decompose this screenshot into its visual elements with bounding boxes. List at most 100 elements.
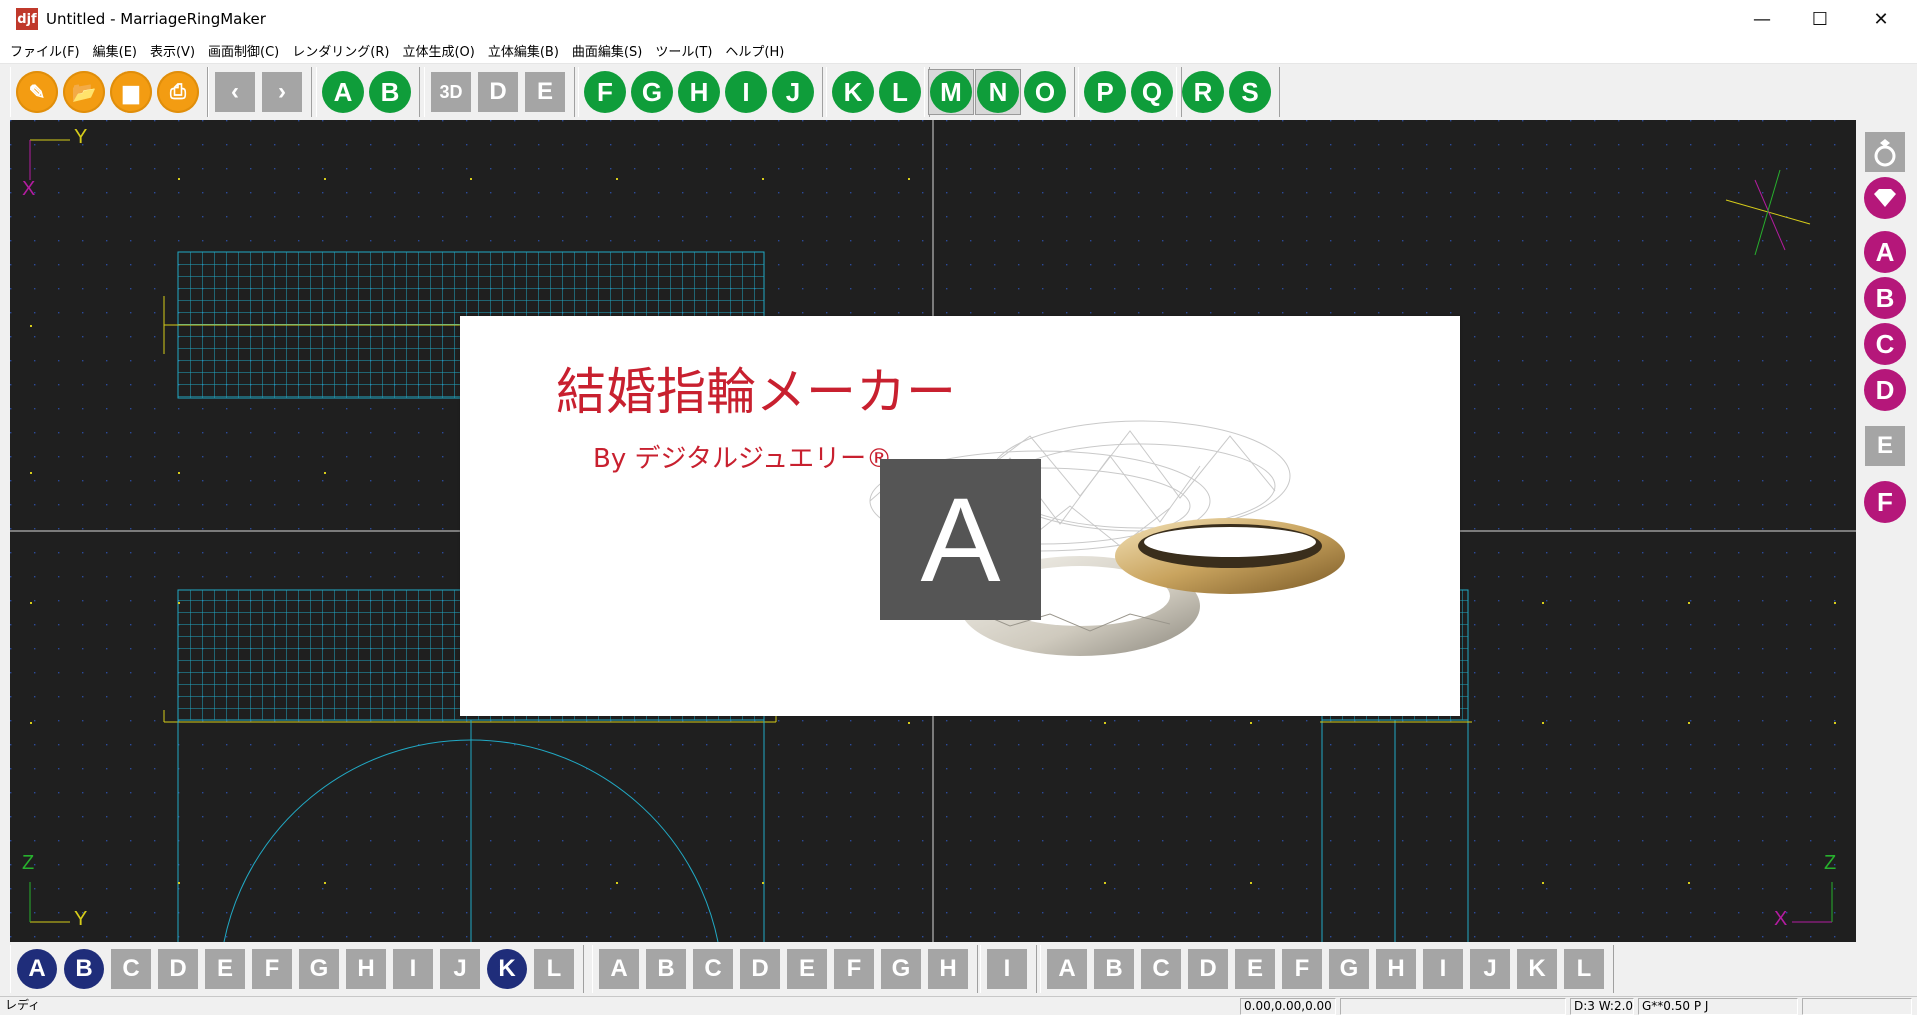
- toolbar-view_group7-r-button[interactable]: R: [1181, 70, 1225, 114]
- layer-group1-g-button[interactable]: G: [297, 947, 341, 991]
- layer-group4-g-button[interactable]: G: [1327, 947, 1371, 991]
- toolbar-view_group3-h-button[interactable]: H: [677, 70, 721, 114]
- layer-group4-k-label: K: [1517, 949, 1557, 989]
- toolbar-view_group1-a-button[interactable]: A: [321, 70, 365, 114]
- menu-item-0[interactable]: ファイル(F): [10, 41, 80, 60]
- right-tool-a-label: A: [1864, 231, 1906, 273]
- menu-item-6[interactable]: 立体編集(B): [488, 41, 559, 60]
- layer-group4-c-button[interactable]: C: [1139, 947, 1183, 991]
- toolbar-view_group3-f-button[interactable]: F: [583, 70, 627, 114]
- axis-label-y-top: Y: [74, 126, 88, 148]
- back-label: ‹: [215, 72, 255, 112]
- layer-group4-d-label: D: [1188, 949, 1228, 989]
- toolbar-view_group2-e-button[interactable]: E: [523, 70, 567, 114]
- toolbar-view_group6-p-button[interactable]: P: [1083, 70, 1127, 114]
- menu-item-8[interactable]: ツール(T): [655, 41, 712, 60]
- right-tool-a-button[interactable]: A: [1863, 230, 1907, 274]
- layer-group2-e-label: E: [787, 949, 827, 989]
- layer-group2-a-button[interactable]: A: [597, 947, 641, 991]
- minimize-button[interactable]: —: [1733, 0, 1791, 38]
- menu-item-4[interactable]: レンダリング(R): [292, 41, 389, 60]
- layer-group4-b-button[interactable]: B: [1092, 947, 1136, 991]
- axis-label-x-side: X: [1774, 908, 1788, 930]
- toolbar-view_group2-d-button[interactable]: D: [476, 70, 520, 114]
- layer-group4-j-button[interactable]: J: [1468, 947, 1512, 991]
- right-tool-f-button[interactable]: F: [1863, 480, 1907, 524]
- axis-label-x-top: X: [22, 178, 36, 200]
- layer-group1-i-button[interactable]: I: [391, 947, 435, 991]
- layer-group1-b-button[interactable]: B: [62, 947, 106, 991]
- layer-group2-b-button[interactable]: B: [644, 947, 688, 991]
- splash-subtitle: By デジタルジュエリー®: [593, 444, 893, 474]
- menu-item-5[interactable]: 立体生成(O): [402, 41, 474, 60]
- layer-group4-f-button[interactable]: F: [1280, 947, 1324, 991]
- layer-group1-a-label: A: [17, 949, 57, 989]
- layer-group1-k-label: K: [487, 949, 527, 989]
- toolbar-view_group7-s-button[interactable]: S: [1228, 70, 1272, 114]
- layer-group1-l-button[interactable]: L: [532, 947, 576, 991]
- open-folder-button[interactable]: 📂: [62, 70, 106, 114]
- toolbar-view_group3-g-button[interactable]: G: [630, 70, 674, 114]
- layer-group2-d-label: D: [740, 949, 780, 989]
- menu-item-1[interactable]: 編集(E): [93, 41, 137, 60]
- layer-group2-a-label: A: [599, 949, 639, 989]
- layer-group4-i-button[interactable]: I: [1421, 947, 1465, 991]
- back-button[interactable]: ‹: [213, 70, 257, 114]
- title-bar[interactable]: djf Untitled - MarriageRingMaker — ☐ ✕: [0, 0, 1917, 38]
- print-button[interactable]: ⎙: [156, 70, 200, 114]
- layer-group1-c-button[interactable]: C: [109, 947, 153, 991]
- layer-group1-h-button[interactable]: H: [344, 947, 388, 991]
- menu-item-7[interactable]: 曲面編集(S): [572, 41, 642, 60]
- maximize-button[interactable]: ☐: [1791, 0, 1849, 38]
- layer-group4-a-button[interactable]: A: [1045, 947, 1089, 991]
- toolbar-view_group2-3d-button[interactable]: 3D: [429, 70, 473, 114]
- gem-button[interactable]: [1863, 176, 1907, 220]
- layer-group4-h-button[interactable]: H: [1374, 947, 1418, 991]
- menu-item-2[interactable]: 表示(V): [150, 41, 195, 60]
- toolbar-view_group5-n-button[interactable]: N: [975, 69, 1021, 115]
- toolbar-view_group3-j-label: J: [772, 71, 814, 113]
- right-tool-b-button[interactable]: B: [1863, 276, 1907, 320]
- right-tool-d-button[interactable]: D: [1863, 368, 1907, 412]
- toolbar-view_group5-m-button[interactable]: M: [928, 69, 974, 115]
- layer-group2-f-button[interactable]: F: [832, 947, 876, 991]
- toolbar-view_group3-j-button[interactable]: J: [771, 70, 815, 114]
- forward-button[interactable]: ›: [260, 70, 304, 114]
- toolbar-view_group1-b-button[interactable]: B: [368, 70, 412, 114]
- layer-group1-e-label: E: [205, 949, 245, 989]
- menu-item-9[interactable]: ヘルプ(H): [725, 41, 784, 60]
- layer-group4-l-button[interactable]: L: [1562, 947, 1606, 991]
- splash-screen[interactable]: 結婚指輪メーカー By デジタルジュエリー® A: [460, 316, 1460, 716]
- layer-group1-f-label: F: [252, 949, 292, 989]
- layer-group4-d-button[interactable]: D: [1186, 947, 1230, 991]
- layer-group4-e-button[interactable]: E: [1233, 947, 1277, 991]
- gem-icon: [1864, 177, 1906, 219]
- toolbar-view_group3-i-button[interactable]: I: [724, 70, 768, 114]
- layer-group2-d-button[interactable]: D: [738, 947, 782, 991]
- layer-group2-h-button[interactable]: H: [926, 947, 970, 991]
- toolbar-view_group5-o-button[interactable]: O: [1023, 70, 1067, 114]
- ring-button[interactable]: [1863, 130, 1907, 174]
- layer-group-1: ABCDEFGHIJKL: [10, 945, 584, 993]
- right-tool-e-button[interactable]: E: [1863, 424, 1907, 468]
- layer-group1-j-button[interactable]: J: [438, 947, 482, 991]
- right-tool-c-button[interactable]: C: [1863, 322, 1907, 366]
- layer-group4-k-button[interactable]: K: [1515, 947, 1559, 991]
- new-file-button[interactable]: ✎: [15, 70, 59, 114]
- toolbar-view_group4-k-button[interactable]: K: [831, 70, 875, 114]
- layer-group1-e-button[interactable]: E: [203, 947, 247, 991]
- layer-group1-a-button[interactable]: A: [15, 947, 59, 991]
- layer-group1-f-button[interactable]: F: [250, 947, 294, 991]
- layer-group2-e-button[interactable]: E: [785, 947, 829, 991]
- toolbar-view_group4-l-button[interactable]: L: [878, 70, 922, 114]
- layer-group1-k-button[interactable]: K: [485, 947, 529, 991]
- layer-group2-g-button[interactable]: G: [879, 947, 923, 991]
- solid-group-fj: FGHIJ: [578, 67, 823, 117]
- layer-group3-i-button[interactable]: I: [985, 947, 1029, 991]
- layer-group1-d-button[interactable]: D: [156, 947, 200, 991]
- toolbar-view_group6-q-button[interactable]: Q: [1130, 70, 1174, 114]
- layer-group2-c-button[interactable]: C: [691, 947, 735, 991]
- close-button[interactable]: ✕: [1852, 0, 1910, 38]
- save-button[interactable]: ▆: [109, 70, 153, 114]
- menu-item-3[interactable]: 画面制御(C): [208, 41, 279, 60]
